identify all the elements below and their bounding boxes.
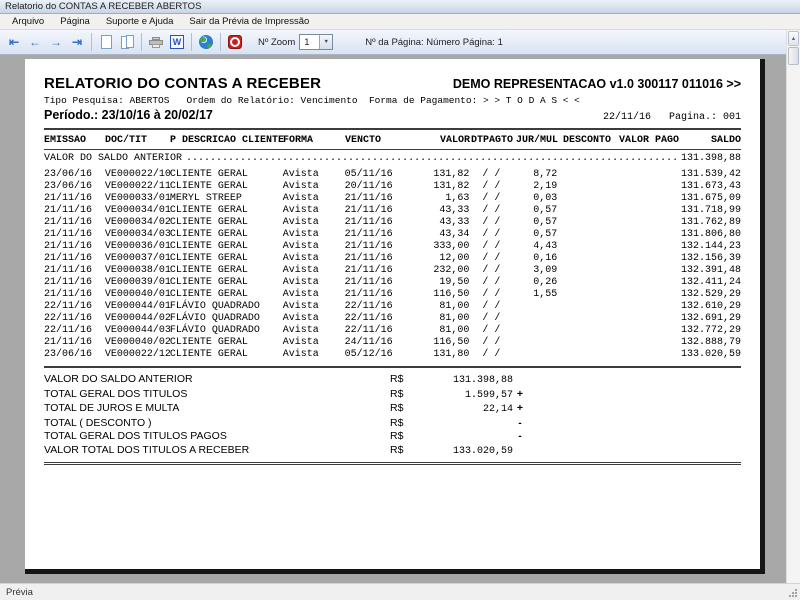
- table-row: 21/11/16 VE000037/01 CLIENTE GERAL Avist…: [44, 253, 741, 264]
- export-word-button[interactable]: [168, 33, 186, 51]
- single-page-view-button[interactable]: [97, 33, 115, 51]
- table-row: 21/11/16 VE000034/01 CLIENTE GERAL Avist…: [44, 205, 741, 216]
- toolbar-separator: [220, 33, 221, 51]
- zoom-label: Nº Zoom: [258, 36, 296, 48]
- next-page-button[interactable]: [47, 33, 65, 51]
- double-divider: [44, 462, 741, 465]
- table-row: 21/11/16 VE000034/02 CLIENTE GERAL Avist…: [44, 217, 741, 228]
- col-vencto: VENCTO: [345, 135, 382, 146]
- report-page: RELATORIO DO CONTAS A RECEBER DEMO REPRE…: [25, 59, 765, 574]
- two-pages-icon: [120, 35, 134, 49]
- col-valor: VALOR: [439, 135, 470, 146]
- col-saldo: SALDO: [710, 135, 741, 146]
- status-text: Prévia: [6, 586, 33, 598]
- previous-balance-label: VALOR DO SALDO ANTERIOR: [44, 153, 183, 164]
- scroll-up-icon[interactable]: [788, 31, 799, 46]
- demo-watermark: DEMO REPRESENTACAO v1.0 300117 011016 >>: [452, 77, 741, 91]
- col-desconto: DESCONTO: [562, 135, 611, 146]
- first-page-button[interactable]: [5, 33, 23, 51]
- table-row: 21/11/16 VE000036/01 CLIENTE GERAL Avist…: [44, 241, 741, 252]
- scrollbar-thumb[interactable]: [788, 47, 799, 65]
- table-row: 22/11/16 VE000044/02 FLÁVIO QUADRADO Avi…: [44, 313, 741, 324]
- col-emissao: EMISSAO: [44, 135, 87, 146]
- divider: [44, 149, 741, 150]
- export-pdf-button[interactable]: [226, 33, 244, 51]
- prev-page-icon: [29, 36, 41, 48]
- report-period: Período.: 23/10/16 à 20/02/17: [44, 108, 213, 122]
- table-row: 22/11/16 VE000044/01 FLÁVIO QUADRADO Avi…: [44, 301, 741, 312]
- toolbar-separator: [191, 33, 192, 51]
- zoom-value: 1: [304, 36, 310, 48]
- divider: [44, 128, 741, 130]
- total-row: TOTAL GERAL DOS TITULOS R$ 1.599,57 +: [44, 387, 524, 401]
- table-body: 23/06/16 VE000022/10 CLIENTE GERAL Avist…: [44, 169, 741, 361]
- pdf-export-icon: [228, 35, 242, 49]
- first-page-icon: [9, 36, 19, 48]
- table-row: 23/06/16 VE000022/11 CLIENTE GERAL Avist…: [44, 181, 741, 192]
- printer-icon: [149, 36, 163, 48]
- title-bar: Relatorio do CONTAS A RECEBER ABERTOS: [0, 0, 800, 14]
- window-title: Relatorio do CONTAS A RECEBER ABERTOS: [5, 1, 202, 12]
- menu-item[interactable]: Sair da Prévia de Impressão: [181, 15, 317, 28]
- globe-icon: [199, 35, 213, 49]
- table-row: 21/11/16 VE000040/01 CLIENTE GERAL Avist…: [44, 289, 741, 300]
- total-row: VALOR DO SALDO ANTERIOR R$ 131.398,88: [44, 373, 513, 386]
- table-row: 22/11/16 VE000044/03 FLÁVIO QUADRADO Avi…: [44, 325, 741, 336]
- export-html-button[interactable]: [197, 33, 215, 51]
- col-jurmul: JUR/MUL: [515, 135, 558, 146]
- print-button[interactable]: [147, 33, 165, 51]
- total-row: TOTAL ( DESCONTO ) R$ -: [44, 416, 522, 429]
- total-row: TOTAL DE JUROS E MULTA R$ 22,14 +: [44, 402, 524, 415]
- menu-item[interactable]: Arquivo: [4, 15, 52, 28]
- table-row: 21/11/16 VE000038/01 CLIENTE GERAL Avist…: [44, 265, 741, 276]
- single-page-icon: [100, 35, 112, 49]
- col-cliente: P DESCRICAO CLIENTE: [170, 135, 285, 146]
- table-row: 23/06/16 VE000022/10 CLIENTE GERAL Avist…: [44, 169, 741, 180]
- total-row: VALOR TOTAL DOS TITULOS A RECEBER R$ 133…: [44, 443, 513, 457]
- last-page-button[interactable]: [68, 33, 86, 51]
- table-row: 21/11/16 VE000033/01 MERYL STREEP Avista…: [44, 193, 741, 204]
- resize-grip[interactable]: [788, 588, 798, 598]
- word-export-icon: [170, 35, 184, 49]
- zoom-select[interactable]: 1: [299, 34, 334, 50]
- table-row: 21/11/16 VE000039/01 CLIENTE GERAL Avist…: [44, 277, 741, 288]
- menu-item[interactable]: Suporte e Ajuda: [98, 15, 182, 28]
- table-row: 21/11/16 VE000034/03 CLIENTE GERAL Avist…: [44, 229, 741, 240]
- col-doc: DOC/TIT: [105, 135, 148, 146]
- report-date-page: 22/11/16 Pagina.: 001: [602, 112, 741, 123]
- prev-page-button[interactable]: [26, 33, 44, 51]
- preview-canvas: RELATORIO DO CONTAS A RECEBER DEMO REPRE…: [0, 55, 786, 583]
- col-valorpago: VALOR PAGO: [618, 135, 679, 146]
- menu-bar: Arquivo Página Suporte e Ajuda Sair da P…: [0, 14, 800, 30]
- last-page-icon: [72, 36, 82, 48]
- app-window: Relatorio do CONTAS A RECEBER ABERTOS Ar…: [0, 0, 800, 600]
- table-row: 23/06/16 VE000022/12 CLIENTE GERAL Avist…: [44, 349, 741, 360]
- previous-balance-value: 131.398,88: [680, 153, 741, 164]
- previous-balance-row: VALOR DO SALDO ANTERIOR ................…: [44, 152, 741, 166]
- table-row: 21/11/16 VE000040/02 CLIENTE GERAL Avist…: [44, 337, 741, 348]
- next-page-icon: [50, 36, 62, 48]
- col-forma: FORMA: [283, 135, 314, 146]
- preview-area: Nº Zoom 1 Nº da Página: Número Página: 1…: [0, 30, 800, 583]
- vertical-scrollbar[interactable]: [786, 30, 800, 583]
- totals-section: VALOR DO SALDO ANTERIOR R$ 131.398,88 TO…: [44, 373, 741, 458]
- menu-item[interactable]: Página: [52, 15, 98, 28]
- table-header: EMISSAO DOC/TIT P DESCRICAO CLIENTE FORM…: [44, 134, 741, 147]
- leader-dots: ........................................…: [186, 153, 677, 164]
- chevron-down-icon[interactable]: [319, 35, 333, 49]
- report-title: RELATORIO DO CONTAS A RECEBER: [44, 75, 322, 92]
- divider: [44, 366, 741, 368]
- two-page-view-button[interactable]: [118, 33, 136, 51]
- toolbar: Nº Zoom 1 Nº da Página: Número Página: 1: [0, 30, 786, 55]
- status-bar: Prévia: [0, 583, 800, 600]
- toolbar-separator: [91, 33, 92, 51]
- col-dtpagto: DTPAGTO: [470, 135, 513, 146]
- report-filters: Tipo Pesquisa: ABERTOS Ordem do Relatóri…: [44, 95, 580, 106]
- total-row: TOTAL GERAL DOS TITULOS PAGOS R$ -: [44, 430, 522, 442]
- page-number-info: Nº da Página: Número Página: 1: [365, 36, 503, 48]
- toolbar-separator: [141, 33, 142, 51]
